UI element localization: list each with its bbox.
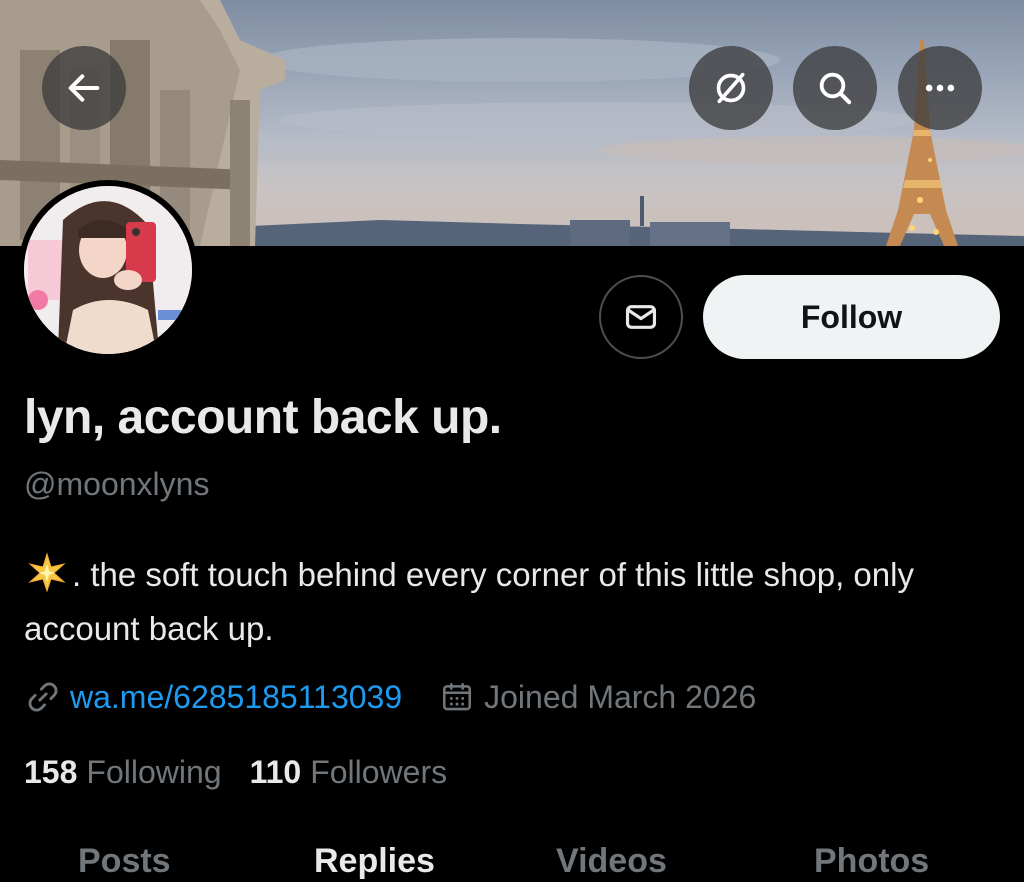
arrow-left-icon xyxy=(68,74,100,102)
tab-replies[interactable]: Replies xyxy=(314,842,435,881)
profile-meta: wa.me/6285185113039 Joined March 2026 xyxy=(24,675,756,719)
followers-label: Followers xyxy=(310,753,448,790)
profile-link[interactable]: wa.me/6285185113039 xyxy=(70,679,402,716)
following-stat[interactable]: 158 Following xyxy=(24,754,222,791)
bio-text: . the soft touch behind every corner of … xyxy=(24,556,914,647)
search-button[interactable] xyxy=(793,46,877,130)
display-name: lyn, account back up. xyxy=(24,391,502,444)
username-handle: @moonxlyns xyxy=(24,466,210,502)
back-button[interactable] xyxy=(42,46,126,130)
profile-tabs: Posts Replies Videos Photos xyxy=(0,842,1024,882)
profile-avatar[interactable] xyxy=(18,180,198,360)
more-horizontal-icon xyxy=(925,84,955,92)
search-icon xyxy=(819,72,852,105)
avatar-image xyxy=(24,186,192,354)
tab-photos[interactable]: Photos xyxy=(814,842,929,881)
following-count: 158 xyxy=(24,753,78,790)
grok-button[interactable] xyxy=(689,46,773,130)
follow-stats: 158 Following 110 Followers xyxy=(24,750,447,794)
following-label: Following xyxy=(86,753,222,790)
message-button[interactable] xyxy=(599,275,683,359)
followers-stat[interactable]: 110 Followers xyxy=(250,754,448,791)
sparkle-star-icon xyxy=(28,552,66,592)
tab-videos[interactable]: Videos xyxy=(556,842,667,881)
follow-button[interactable]: Follow xyxy=(703,275,1000,359)
followers-count: 110 xyxy=(249,753,302,790)
joined-date: Joined March 2026 xyxy=(484,678,757,715)
envelope-icon xyxy=(625,305,657,329)
profile-bio: . the soft touch behind every corner of … xyxy=(24,548,1004,656)
tab-posts[interactable]: Posts xyxy=(78,842,171,881)
more-button[interactable] xyxy=(898,46,982,130)
grok-slash-circle-icon xyxy=(716,72,746,104)
link-icon xyxy=(28,682,58,712)
calendar-icon xyxy=(443,682,472,711)
